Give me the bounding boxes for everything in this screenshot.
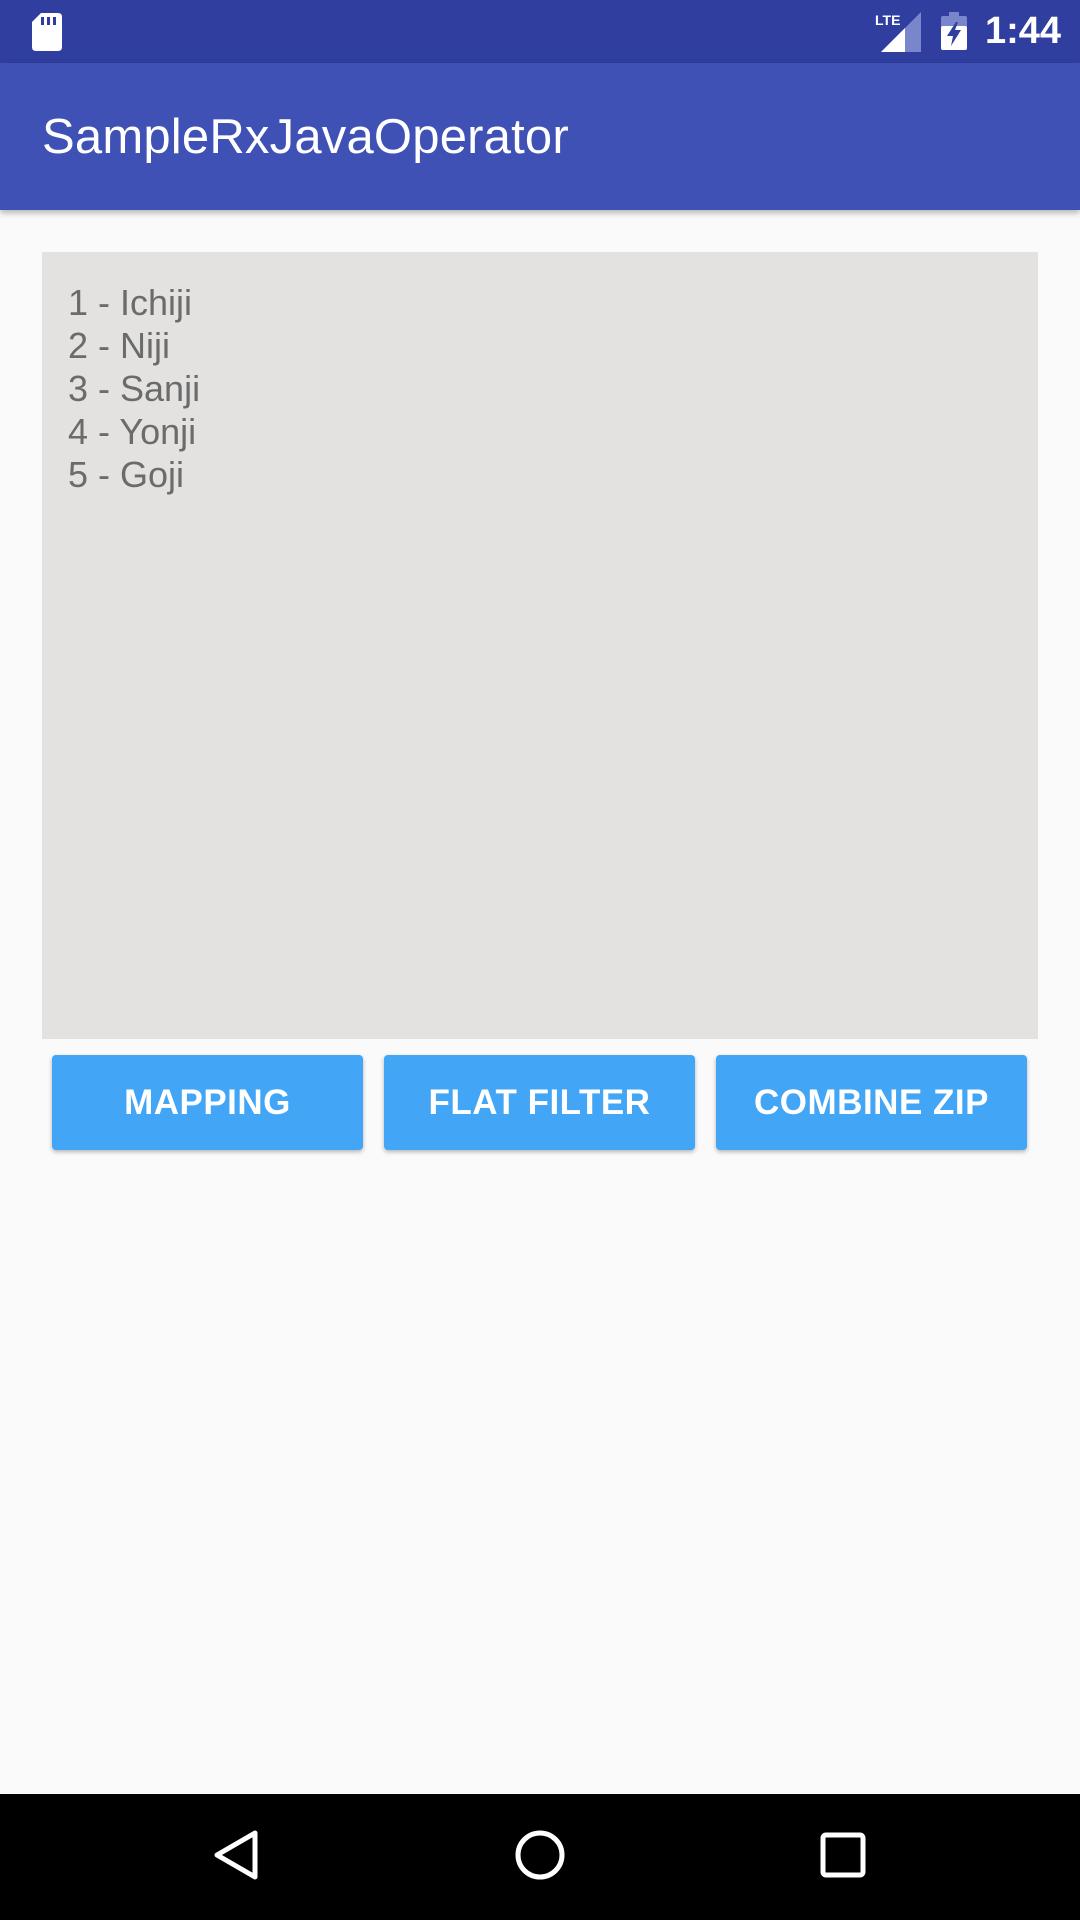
combine-zip-button[interactable]: COMBINE ZIP — [716, 1055, 1027, 1150]
lte-label: LTE — [875, 12, 900, 28]
home-icon — [514, 1829, 566, 1886]
back-icon — [213, 1829, 259, 1886]
status-bar: LTE 1:44 — [0, 0, 1080, 63]
home-button[interactable] — [501, 1818, 579, 1896]
sd-card-icon — [32, 13, 62, 51]
app-title: SampleRxJavaOperator — [42, 110, 569, 164]
back-button[interactable] — [197, 1818, 275, 1896]
output-line: 2 - Niji — [68, 325, 171, 366]
output-line: 1 - Ichiji — [68, 282, 193, 323]
navigation-bar — [0, 1794, 1080, 1920]
flat-filter-button[interactable]: FLAT FILTER — [384, 1055, 695, 1150]
screen: LTE 1:44 SampleRxJavaOperator 1 - Ichiji… — [0, 0, 1080, 1920]
app-bar: SampleRxJavaOperator — [0, 63, 1080, 210]
lte-signal-icon: LTE — [875, 12, 921, 52]
output-panel: 1 - Ichiji 2 - Niji 3 - Sanji 4 - Yonji … — [42, 252, 1038, 1039]
output-line: 4 - Yonji — [68, 411, 197, 452]
recents-button[interactable] — [804, 1818, 882, 1896]
button-row: MAPPING FLAT FILTER COMBINE ZIP — [52, 1055, 1028, 1150]
mapping-button[interactable]: MAPPING — [52, 1055, 363, 1150]
battery-charging-icon — [941, 12, 967, 50]
output-line: 5 - Goji — [68, 454, 185, 495]
recents-icon — [820, 1832, 866, 1883]
status-clock: 1:44 — [985, 10, 1062, 52]
output-list: 1 - Ichiji 2 - Niji 3 - Sanji 4 - Yonji … — [68, 281, 200, 496]
output-line: 3 - Sanji — [68, 368, 201, 409]
